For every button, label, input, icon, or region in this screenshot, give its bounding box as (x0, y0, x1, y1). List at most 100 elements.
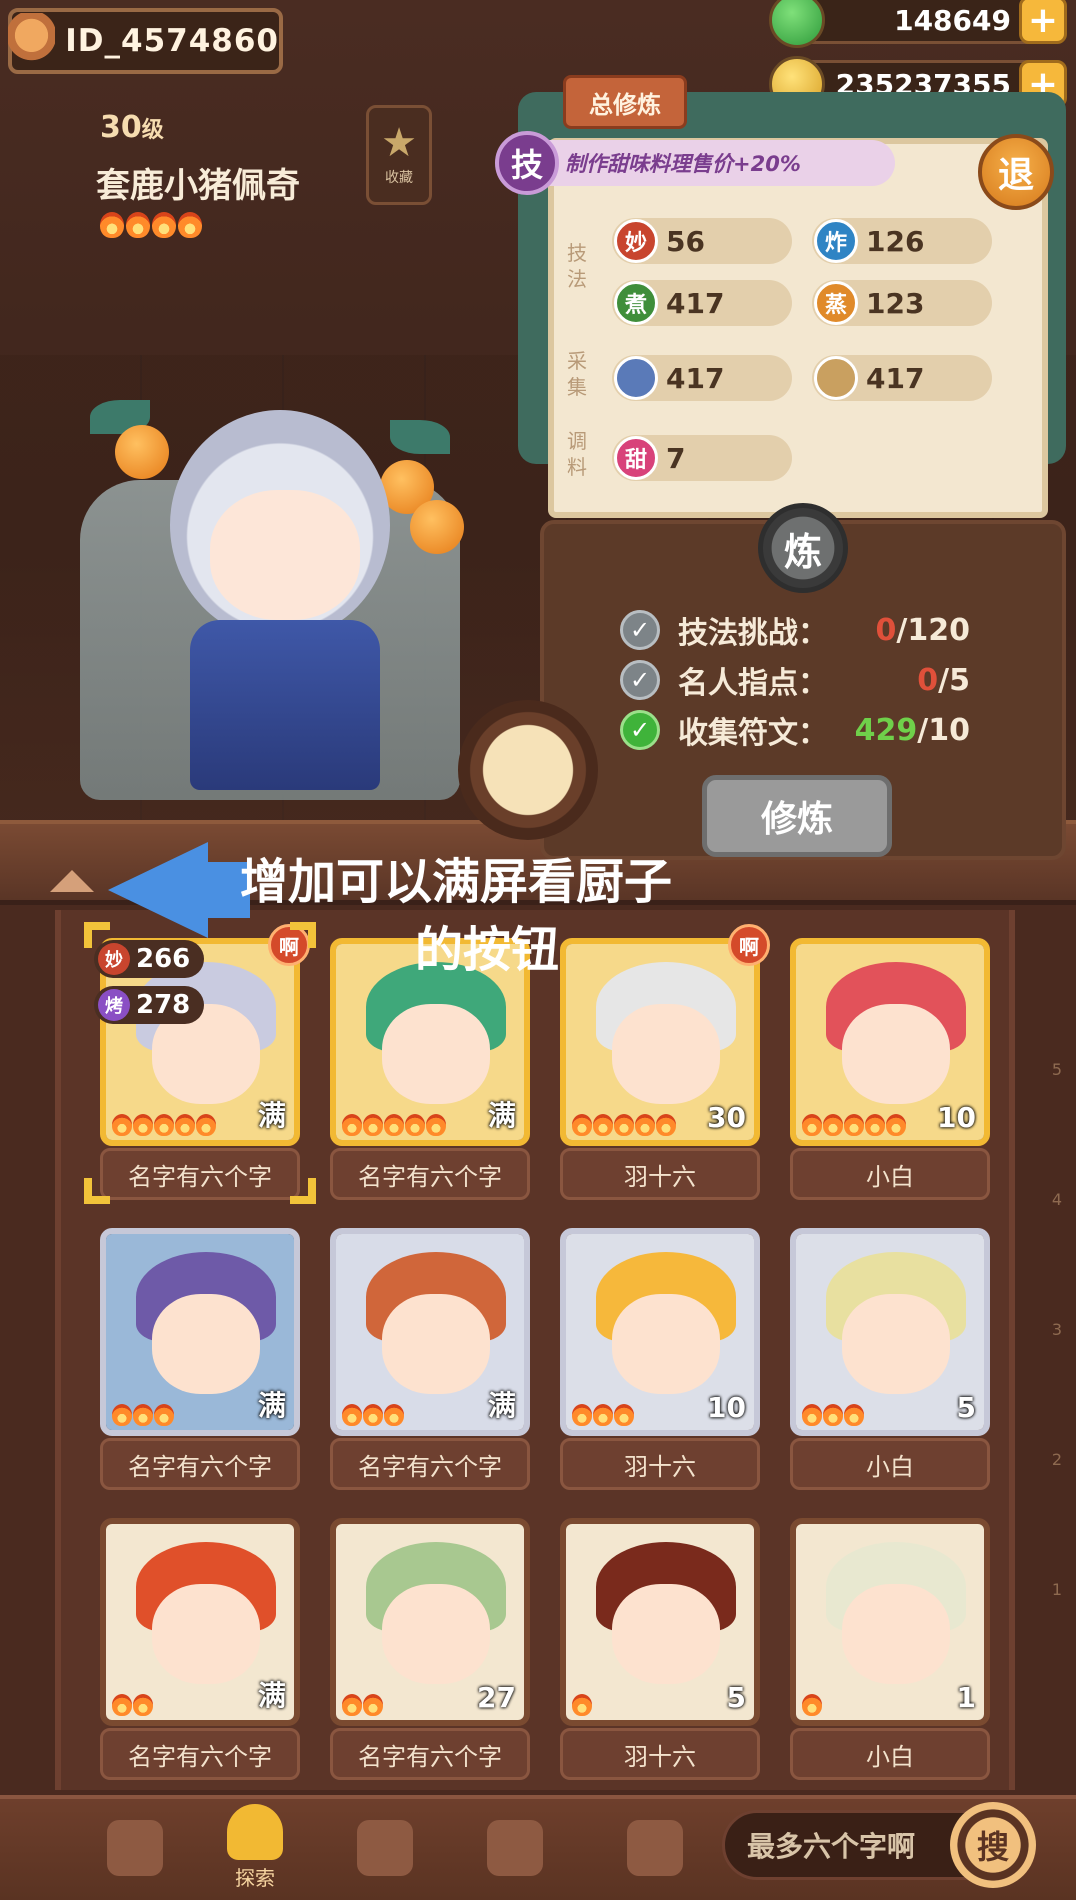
orange-decoration (410, 500, 464, 554)
flame-icon (196, 1114, 216, 1136)
chef-face (382, 1004, 490, 1104)
chef-card-portrait: 30 (560, 938, 760, 1146)
flame-icon (572, 1114, 592, 1136)
task-progress: 429/10 (855, 713, 970, 748)
train-button[interactable]: 修炼 (702, 775, 892, 857)
flame-icon (844, 1404, 864, 1426)
flame-icon (112, 1404, 132, 1426)
stat-icon: 甜 (614, 436, 658, 480)
card-name: 小白 (790, 1438, 990, 1490)
chef-card[interactable]: 满名字有六个字 (330, 1228, 530, 1498)
task-total: /5 (938, 662, 970, 698)
chef-card[interactable]: 满名字有六个字啊 (84, 922, 316, 1208)
card-level: 5 (726, 1681, 746, 1714)
scroll-ruler[interactable]: 5 4 3 2 1 (1030, 1060, 1070, 1740)
chef-portrait[interactable] (60, 380, 480, 820)
puzzle-icon (627, 1819, 683, 1876)
chef-face (842, 1294, 950, 1394)
dish-bubble[interactable] (458, 700, 598, 840)
flame-icon (802, 1694, 822, 1716)
total-training-button[interactable]: 总修炼 (563, 75, 687, 129)
nav-puzzle[interactable] (610, 1800, 700, 1895)
stat-value: 123 (866, 286, 925, 320)
chef-level-suffix: 级 (141, 118, 164, 143)
hammer-icon (107, 1819, 163, 1876)
task-current: 0 (875, 612, 897, 648)
chef-card-portrait: 满 (100, 1518, 300, 1726)
stat-icon (614, 356, 658, 400)
stat-pill: 妙 56 (612, 218, 792, 264)
card-flame-rating (342, 1114, 446, 1136)
chef-card-portrait: 满 (330, 1228, 530, 1436)
nav-jar[interactable] (340, 1800, 430, 1895)
jade-value: 148649 (894, 3, 1011, 37)
chef-card[interactable]: 满名字有六个字 (100, 1518, 300, 1788)
card-flame-rating (342, 1404, 404, 1426)
add-jade-button[interactable]: + (1019, 0, 1067, 44)
flame-icon (342, 1694, 362, 1716)
fullscreen-toggle-button[interactable] (50, 870, 94, 892)
chef-robe (190, 620, 380, 790)
chef-card[interactable]: 满名字有六个字 (100, 1228, 300, 1498)
annotation-arrow (108, 842, 208, 938)
flame-icon (178, 212, 202, 238)
flame-icon (363, 1404, 383, 1426)
jade-coin-icon (769, 0, 825, 48)
skill-value: 278 (136, 990, 191, 1020)
card-flame-rating (802, 1114, 906, 1136)
nav-map[interactable] (470, 1800, 560, 1895)
flame-icon (614, 1404, 634, 1426)
chef-card[interactable]: 5 羽十六 (560, 1518, 760, 1788)
chef-flame-rating (100, 212, 202, 238)
training-badge: 炼 (758, 503, 848, 593)
chef-level: 30级 (100, 110, 164, 145)
flame-icon (363, 1694, 383, 1716)
search-button[interactable]: 搜 (950, 1802, 1036, 1888)
flame-icon (152, 212, 176, 238)
card-name: 名字有六个字 (100, 1438, 300, 1490)
flame-icon (844, 1114, 864, 1136)
flame-icon (384, 1404, 404, 1426)
stat-pill: 炸 126 (812, 218, 992, 264)
annotation-text-line2: 的按钮 (415, 922, 560, 978)
card-name: 名字有六个字 (330, 1438, 530, 1490)
stat-icon (814, 356, 858, 400)
jar-icon (357, 1819, 413, 1876)
task-total: /10 (917, 712, 970, 748)
task-current: 429 (854, 712, 918, 748)
chef-card[interactable]: 10 羽十六 (560, 1228, 760, 1498)
nav-label: 探索 (235, 1866, 275, 1890)
flame-icon (614, 1114, 634, 1136)
player-id-plate[interactable]: ID_4574860 (8, 8, 283, 74)
stat-value: 7 (666, 441, 686, 475)
flame-icon (112, 1114, 132, 1136)
quit-button[interactable]: 退 (978, 134, 1054, 210)
chef-card[interactable]: 27 名字有六个字 (330, 1518, 530, 1788)
collect-button[interactable]: ★ 收藏 (366, 105, 432, 205)
explore-icon (227, 1804, 283, 1860)
chef-card[interactable]: 10 小白 (790, 938, 990, 1208)
chef-level-number: 30 (100, 110, 142, 145)
flame-icon (802, 1404, 822, 1426)
card-flame-rating (572, 1694, 592, 1716)
nav-explore[interactable]: 探索 (210, 1800, 300, 1895)
card-name: 小白 (790, 1728, 990, 1780)
card-level: 满 (487, 1099, 516, 1132)
nav-hammer[interactable] (90, 1800, 180, 1895)
chef-card[interactable]: 5 小白 (790, 1228, 990, 1498)
flame-icon (572, 1404, 592, 1426)
chef-card-portrait: 27 (330, 1518, 530, 1726)
card-level: 30 (707, 1101, 746, 1134)
card-level: 10 (937, 1101, 976, 1134)
chef-face (152, 1584, 260, 1684)
flame-icon (405, 1114, 425, 1136)
chef-face (382, 1294, 490, 1394)
chef-card[interactable]: 30 羽十六 啊 (560, 924, 770, 1208)
skill-value: 266 (136, 944, 191, 974)
stat-pill: 甜7 (612, 435, 792, 481)
chef-card[interactable]: 1 小白 (790, 1518, 990, 1788)
flame-icon (656, 1114, 676, 1136)
flame-icon (133, 1114, 153, 1136)
flame-icon (635, 1114, 655, 1136)
check-icon: ✓ (620, 610, 660, 650)
